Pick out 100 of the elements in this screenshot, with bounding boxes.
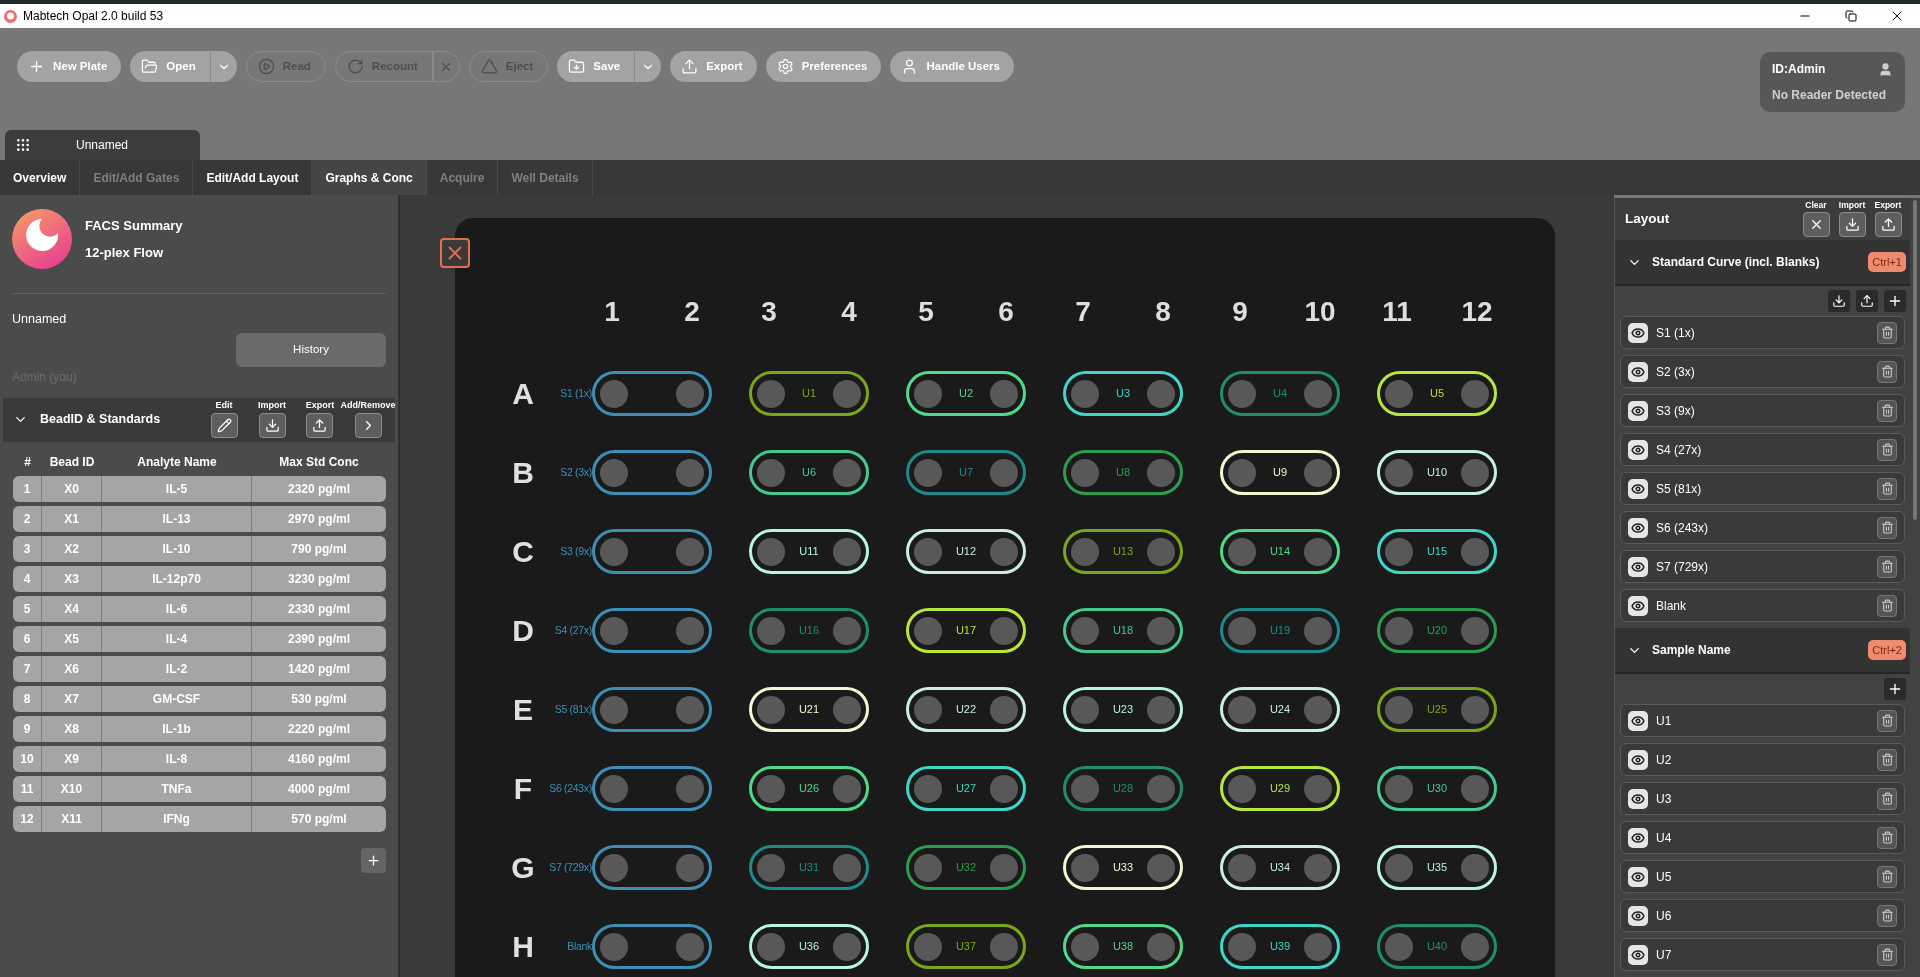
history-button[interactable]: History — [236, 332, 386, 367]
well-pair[interactable]: U16 — [749, 608, 869, 653]
eye-icon[interactable] — [1631, 403, 1645, 418]
well-pair[interactable]: U36 — [749, 924, 869, 969]
layout-item[interactable]: S1 (1x) — [1620, 316, 1905, 349]
well-pair[interactable]: U30 — [1377, 766, 1497, 811]
well-pair[interactable] — [592, 766, 712, 811]
well-pair[interactable]: U2 — [906, 371, 1026, 416]
well-pair[interactable]: U11 — [749, 529, 869, 574]
well-pair[interactable]: U37 — [906, 924, 1026, 969]
well-pair[interactable]: U4 — [1220, 371, 1340, 416]
well-pair[interactable]: U29 — [1220, 766, 1340, 811]
well-pair[interactable] — [592, 924, 712, 969]
trash-icon[interactable] — [1880, 831, 1894, 844]
layout-item[interactable]: S5 (81x) — [1620, 472, 1905, 505]
well-pair[interactable]: U8 — [1063, 450, 1183, 495]
eye-icon[interactable] — [1631, 325, 1645, 340]
well-pair[interactable]: U27 — [906, 766, 1026, 811]
layout-item[interactable]: S3 (9x) — [1620, 394, 1905, 427]
well-pair[interactable]: U23 — [1063, 687, 1183, 732]
well-pair[interactable]: U28 — [1063, 766, 1183, 811]
well-pair[interactable]: U1 — [749, 371, 869, 416]
action-button[interactable] — [1838, 212, 1866, 238]
tab[interactable]: Edit/Add Layout — [193, 160, 313, 195]
plate-tab[interactable]: Unnamed — [5, 130, 200, 160]
layout-item[interactable]: S4 (27x) — [1620, 433, 1905, 466]
well-pair[interactable]: U21 — [749, 687, 869, 732]
trash-icon[interactable] — [1880, 753, 1894, 766]
layout-item[interactable]: U4 — [1620, 821, 1905, 854]
action-button[interactable] — [1874, 212, 1902, 238]
well-pair[interactable]: U14 — [1220, 529, 1340, 574]
well-pair[interactable] — [592, 529, 712, 574]
add-button[interactable] — [1884, 678, 1906, 700]
close-button[interactable] — [440, 238, 470, 268]
trash-icon[interactable] — [1880, 948, 1894, 961]
trash-icon[interactable] — [1880, 443, 1894, 456]
action-button[interactable] — [306, 413, 334, 439]
import-button[interactable] — [1828, 290, 1850, 312]
well-pair[interactable]: U12 — [906, 529, 1026, 574]
trash-icon[interactable] — [1880, 599, 1894, 612]
eye-icon[interactable] — [1631, 947, 1645, 962]
layout-item[interactable]: U5 — [1620, 860, 1905, 893]
eye-icon[interactable] — [1631, 481, 1645, 496]
layout-item[interactable]: S6 (243x) — [1620, 511, 1905, 544]
well-pair[interactable]: U17 — [906, 608, 1026, 653]
trash-icon[interactable] — [1880, 521, 1894, 534]
layout-item[interactable]: S7 (729x) — [1620, 550, 1905, 583]
well-pair[interactable]: U31 — [749, 845, 869, 890]
action-button[interactable] — [1802, 212, 1830, 238]
eye-icon[interactable] — [1631, 559, 1645, 574]
add-button[interactable] — [1884, 290, 1906, 312]
scrollbar-thumb[interactable] — [1913, 200, 1917, 520]
add-row-button[interactable] — [361, 847, 386, 873]
well-pair[interactable]: U24 — [1220, 687, 1340, 732]
well-pair[interactable]: U7 — [906, 450, 1026, 495]
well-pair[interactable]: U3 — [1063, 371, 1183, 416]
trash-icon[interactable] — [1880, 482, 1894, 495]
well-pair[interactable]: U19 — [1220, 608, 1340, 653]
eye-icon[interactable] — [1631, 364, 1645, 379]
eye-icon[interactable] — [1631, 442, 1645, 457]
layout-item[interactable]: U6 — [1620, 899, 1905, 932]
trash-icon[interactable] — [1880, 404, 1894, 417]
eye-icon[interactable] — [1631, 713, 1645, 728]
well-pair[interactable]: U22 — [906, 687, 1026, 732]
well-pair[interactable]: U13 — [1063, 529, 1183, 574]
well-pair[interactable]: U18 — [1063, 608, 1183, 653]
eye-icon[interactable] — [1631, 520, 1645, 535]
trash-icon[interactable] — [1880, 792, 1894, 805]
trash-icon[interactable] — [1880, 560, 1894, 573]
well-pair[interactable]: U9 — [1220, 450, 1340, 495]
well-pair[interactable]: U39 — [1220, 924, 1340, 969]
well-pair[interactable]: U25 — [1377, 687, 1497, 732]
trash-icon[interactable] — [1880, 870, 1894, 883]
well-pair[interactable]: U26 — [749, 766, 869, 811]
eye-icon[interactable] — [1631, 598, 1645, 613]
well-pair[interactable]: U38 — [1063, 924, 1183, 969]
eye-icon[interactable] — [1631, 908, 1645, 923]
layout-item[interactable]: U7 — [1620, 938, 1905, 971]
well-pair[interactable]: U5 — [1377, 371, 1497, 416]
layout-item[interactable]: U3 — [1620, 782, 1905, 815]
well-pair[interactable] — [592, 450, 712, 495]
tab[interactable]: Overview — [0, 160, 81, 195]
well-pair[interactable]: U6 — [749, 450, 869, 495]
export-button[interactable] — [1856, 290, 1878, 312]
eye-icon[interactable] — [1631, 791, 1645, 806]
well-pair[interactable]: U34 — [1220, 845, 1340, 890]
layout-item[interactable]: U1 — [1620, 704, 1905, 737]
well-pair[interactable]: U33 — [1063, 845, 1183, 890]
trash-icon[interactable] — [1880, 365, 1894, 378]
action-button[interactable] — [258, 413, 286, 439]
eye-icon[interactable] — [1631, 752, 1645, 767]
tab[interactable]: Graphs & Conc — [312, 160, 427, 195]
eye-icon[interactable] — [1631, 869, 1645, 884]
well-pair[interactable] — [592, 371, 712, 416]
well-pair[interactable]: U40 — [1377, 924, 1497, 969]
well-pair[interactable]: U15 — [1377, 529, 1497, 574]
layout-item[interactable]: Blank — [1620, 589, 1905, 622]
eye-icon[interactable] — [1631, 830, 1645, 845]
trash-icon[interactable] — [1880, 714, 1894, 727]
well-pair[interactable] — [592, 687, 712, 732]
